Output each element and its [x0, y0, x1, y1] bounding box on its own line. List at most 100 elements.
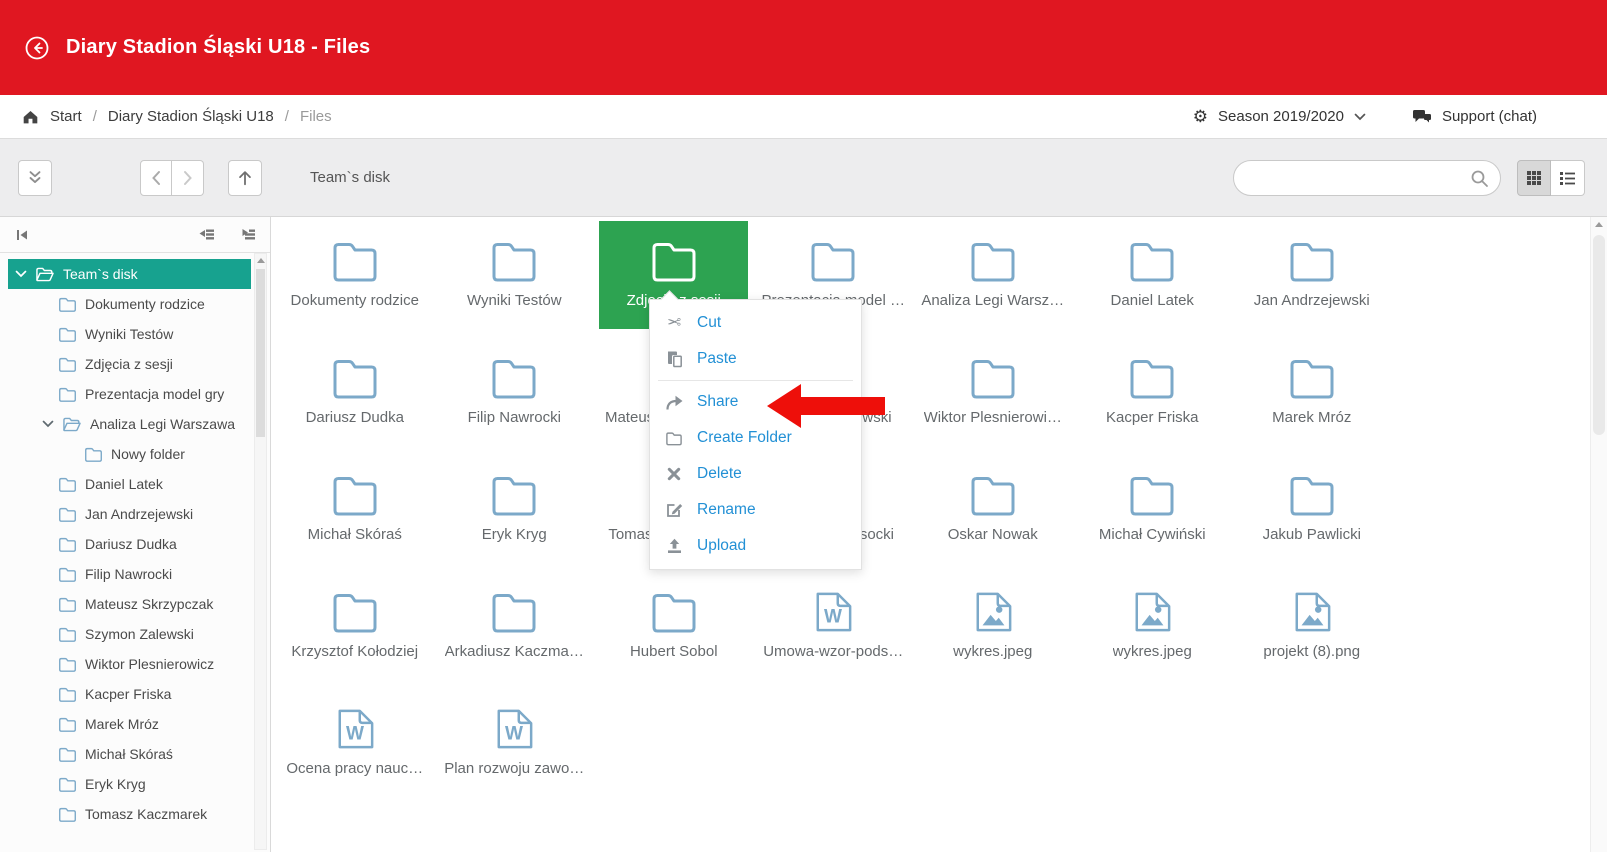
- file-tile-folder[interactable]: Kacper Friska: [1078, 338, 1227, 446]
- search-icon[interactable]: [1469, 168, 1489, 193]
- file-tile-folder[interactable]: Michał Skóraś: [280, 455, 429, 563]
- file-tile-folder[interactable]: Wiktor Plesnierowi…: [918, 338, 1067, 446]
- chevron-down-icon: [1354, 113, 1366, 121]
- file-tile-folder[interactable]: Dokumenty rodzice: [280, 221, 429, 329]
- context-menu-item-delete[interactable]: Delete: [650, 456, 861, 492]
- tree-item[interactable]: Zdjęcia z sesji: [8, 349, 251, 379]
- tree-item[interactable]: Dariusz Dudka: [8, 529, 251, 559]
- context-menu-item-upload[interactable]: Upload: [650, 528, 861, 564]
- file-tile-folder[interactable]: Oskar Nowak: [918, 455, 1067, 563]
- file-tile-folder[interactable]: Jan Andrzejewski: [1237, 221, 1386, 329]
- breadcrumb-item[interactable]: Diary Stadion Śląski U18: [108, 108, 274, 125]
- context-menu-item-rename[interactable]: Rename: [650, 492, 861, 528]
- file-icon-wrap: [969, 236, 1017, 286]
- file-tile-image[interactable]: projekt (8).png: [1237, 572, 1386, 680]
- folder-icon: [58, 806, 77, 823]
- file-grid-pane: Dokumenty rodziceWyniki TestówZdjęcia z …: [271, 217, 1607, 852]
- grid-view-button[interactable]: [1517, 160, 1551, 196]
- file-tile-word[interactable]: WUmowa-wzor-pods…: [759, 572, 908, 680]
- breadcrumb-item[interactable]: Start: [50, 108, 82, 125]
- file-label: Michał Cywiński: [1099, 526, 1206, 543]
- tree-item[interactable]: Wiktor Plesnierowicz: [8, 649, 251, 679]
- breadcrumb-separator: /: [93, 108, 97, 125]
- file-tile-folder[interactable]: Marek Mróz: [1237, 338, 1386, 446]
- tree-item[interactable]: Eryk Kryg: [8, 769, 251, 799]
- file-tile-folder[interactable]: Filip Nawrocki: [440, 338, 589, 446]
- file-tile-folder[interactable]: Dariusz Dudka: [280, 338, 429, 446]
- file-label: Jakub Pawlicki: [1263, 526, 1361, 543]
- context-menu-item-share[interactable]: Share: [650, 384, 861, 420]
- folder-icon: [809, 239, 857, 283]
- file-tile-folder[interactable]: Jakub Pawlicki: [1237, 455, 1386, 563]
- main-scrollbar[interactable]: [1590, 217, 1607, 852]
- folder-icon: [58, 716, 77, 733]
- list-view-button[interactable]: [1551, 160, 1585, 196]
- file-tile-folder[interactable]: Daniel Latek: [1078, 221, 1227, 329]
- tree-item[interactable]: Daniel Latek: [8, 469, 251, 499]
- tree-item[interactable]: Filip Nawrocki: [8, 559, 251, 589]
- page-title: Diary Stadion Śląski U18 - Files: [66, 36, 370, 59]
- tree-chevron-down-icon[interactable]: [15, 270, 27, 278]
- search-input[interactable]: [1233, 160, 1501, 196]
- rename-pencil-icon: [665, 502, 683, 518]
- current-location-label: Team`s disk: [310, 169, 390, 186]
- file-tile-image[interactable]: wykres.jpeg: [918, 572, 1067, 680]
- tree-chevron-down-icon[interactable]: [42, 420, 54, 428]
- scroll-up-caret[interactable]: [257, 258, 265, 263]
- folder-icon: [1288, 473, 1336, 517]
- tree-item[interactable]: Mateusz Skrzypczak: [8, 589, 251, 619]
- file-icon-wrap: [331, 470, 379, 520]
- file-tile-folder[interactable]: Krzysztof Kołodziej: [280, 572, 429, 680]
- tree-item[interactable]: Prezentacja model gry: [8, 379, 251, 409]
- file-label: Daniel Latek: [1111, 292, 1194, 309]
- file-icon-wrap: [1128, 236, 1176, 286]
- back-circle-arrow-icon[interactable]: [24, 35, 50, 61]
- file-tile-folder[interactable]: Analiza Legi Warsz…: [918, 221, 1067, 329]
- file-tile-image[interactable]: wykres.jpeg: [1078, 572, 1227, 680]
- file-tile-folder[interactable]: Michał Cywiński: [1078, 455, 1227, 563]
- tree-item[interactable]: Wyniki Testów: [8, 319, 251, 349]
- file-icon-wrap: [969, 353, 1017, 403]
- tree-item[interactable]: Analiza Legi Warszawa: [8, 409, 251, 439]
- context-menu-item-paste[interactable]: Paste: [650, 341, 861, 377]
- nav-back-button[interactable]: [140, 160, 172, 196]
- context-menu-item-create-folder[interactable]: Create Folder: [650, 420, 861, 456]
- nav-forward-button[interactable]: [172, 160, 204, 196]
- tree-item[interactable]: Team`s disk: [8, 259, 251, 289]
- expand-all-tree-icon[interactable]: [239, 228, 256, 241]
- tree-item[interactable]: Marek Mróz: [8, 709, 251, 739]
- expand-panel-button[interactable]: [18, 160, 52, 196]
- sidebar-scrollbar[interactable]: [254, 253, 267, 850]
- tree-item[interactable]: Tomasz Kaczmarek: [8, 799, 251, 829]
- context-menu-item-cut[interactable]: ✂Cut: [650, 305, 861, 341]
- file-icon-wrap: [331, 353, 379, 403]
- file-tile-folder[interactable]: Arkadiusz Kaczma…: [440, 572, 589, 680]
- nav-up-button[interactable]: [228, 160, 262, 196]
- chat-icon: [1412, 109, 1432, 125]
- file-label: Kacper Friska: [1106, 409, 1199, 426]
- tree-item[interactable]: Dokumenty rodzice: [8, 289, 251, 319]
- tree-item[interactable]: Kacper Friska: [8, 679, 251, 709]
- scroll-up-caret[interactable]: [1595, 222, 1603, 227]
- file-icon-wrap: W: [813, 587, 853, 637]
- tree-item[interactable]: Jan Andrzejewski: [8, 499, 251, 529]
- folder-icon: [58, 386, 77, 403]
- tree-item[interactable]: Szymon Zalewski: [8, 619, 251, 649]
- file-tile-folder[interactable]: Hubert Sobol: [599, 572, 748, 680]
- tree-item[interactable]: Michał Skóraś: [8, 739, 251, 769]
- scrollbar-thumb[interactable]: [256, 269, 265, 437]
- file-tile-word[interactable]: WPlan rozwoju zawo…: [440, 689, 589, 797]
- support-chat-link[interactable]: Support (chat): [1412, 108, 1537, 125]
- menu-icon-wrap: [664, 394, 684, 411]
- collapse-all-tree-icon[interactable]: [198, 228, 215, 241]
- season-selector[interactable]: ⚙ Season 2019/2020: [1193, 108, 1366, 125]
- home-icon[interactable]: [22, 109, 39, 125]
- tree-item[interactable]: Nowy folder: [8, 439, 251, 469]
- file-icon-wrap: [650, 236, 698, 286]
- folder-open-icon: [62, 416, 82, 433]
- collapse-sidebar-icon[interactable]: [14, 228, 30, 242]
- scrollbar-thumb[interactable]: [1593, 235, 1605, 435]
- file-tile-folder[interactable]: Eryk Kryg: [440, 455, 589, 563]
- file-tile-word[interactable]: WOcena pracy nauc…: [280, 689, 429, 797]
- file-tile-folder[interactable]: Wyniki Testów: [440, 221, 589, 329]
